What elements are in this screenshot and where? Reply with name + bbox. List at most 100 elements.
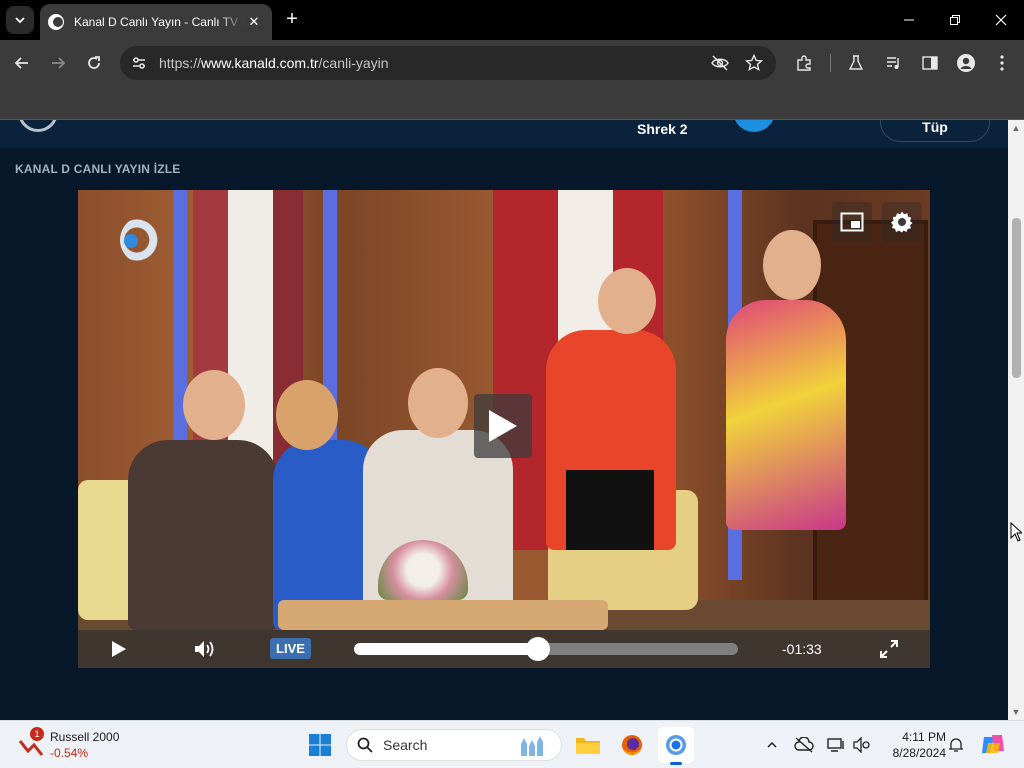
arrow-left-icon (14, 57, 28, 69)
live-globe-icon (733, 120, 775, 132)
bookmark-star-icon[interactable] (744, 53, 764, 73)
video-player[interactable]: LIVE -01:33 (78, 190, 930, 668)
volume-muted-icon[interactable] (852, 735, 872, 755)
actor-figure (726, 300, 846, 530)
browser-toolbar: https://www.kanald.com.tr/canli-yayin (0, 40, 1024, 86)
chevron-down-icon (15, 17, 25, 24)
schedule-pill-label: Tüp (922, 120, 948, 135)
search-highlight-icon (521, 736, 543, 756)
close-window-button[interactable] (978, 0, 1024, 40)
file-explorer-button[interactable] (570, 727, 606, 763)
start-button[interactable] (304, 729, 336, 761)
actor-head (183, 370, 245, 440)
page-scrollbar[interactable]: ▲ ▼ (1008, 120, 1024, 720)
scroll-down-arrow-icon[interactable]: ▼ (1008, 704, 1024, 720)
folder-icon (576, 738, 600, 754)
side-panel-icon[interactable] (920, 53, 940, 73)
browser-tab-strip: Kanal D Canlı Yayın - Canlı TV İzle ✕ + (0, 0, 1024, 40)
mouse-cursor-icon (1010, 522, 1022, 542)
tab-kanal-d[interactable]: Kanal D Canlı Yayın - Canlı TV İzle ✕ (40, 4, 272, 40)
notification-badge: 1 (30, 727, 44, 741)
schedule-strip: Shrek 2 Tüp (0, 120, 1008, 148)
search-label: Search (383, 737, 428, 753)
actor-head (276, 380, 338, 450)
forward-button[interactable] (44, 49, 72, 77)
windows-taskbar: 1 Russell 2000 -0.54% Search 4:11 PM 8/2… (0, 720, 1024, 768)
kanal-d-logo-fragment (18, 120, 58, 132)
url-text: https://www.kanald.com.tr/canli-yayin (159, 55, 389, 71)
logo-dot (124, 234, 138, 248)
minimize-button[interactable] (886, 0, 932, 40)
picture-in-picture-icon (840, 212, 864, 232)
live-badge[interactable]: LIVE (270, 638, 311, 659)
profile-avatar-icon[interactable] (956, 53, 976, 73)
tune-icon (133, 57, 145, 69)
tab-title: Kanal D Canlı Yayın - Canlı TV İzle (74, 15, 244, 29)
labs-flask-icon[interactable] (846, 53, 866, 73)
chrome-icon (666, 735, 686, 755)
fullscreen-icon (880, 640, 898, 658)
restore-icon (950, 15, 960, 25)
extensions-puzzle-icon[interactable] (794, 53, 814, 73)
taskbar-search-box[interactable]: Search (346, 729, 562, 761)
tab-search-button[interactable] (6, 6, 34, 34)
restore-button[interactable] (932, 0, 978, 40)
minimize-icon (904, 19, 914, 21)
notifications-bell-icon[interactable] (946, 735, 966, 755)
page-content: Shrek 2 Tüp KANAL D CANLI YAYIN İZLE LIV… (0, 120, 1008, 720)
taskbar-clock[interactable]: 4:11 PM 8/28/2024 (878, 729, 946, 761)
play-icon (112, 641, 126, 657)
big-play-button[interactable] (474, 394, 532, 458)
seek-bar-fill (354, 643, 539, 655)
chrome-button[interactable] (658, 727, 694, 765)
kanal-d-favicon-icon (48, 14, 64, 30)
cloud-offline-icon[interactable] (794, 735, 814, 755)
section-title: KANAL D CANLI YAYIN İZLE (15, 162, 181, 176)
firefox-icon (622, 735, 642, 755)
actor-skirt (566, 470, 654, 550)
browser-menu-icon[interactable] (992, 53, 1012, 73)
stock-change: -0.54% (50, 746, 89, 760)
actor-head (763, 230, 821, 300)
stock-widget[interactable]: 1 Russell 2000 -0.54% (18, 727, 138, 763)
windows-logo-icon (309, 734, 331, 756)
show-hidden-icons-chevron-up-icon[interactable] (762, 735, 782, 755)
reload-button[interactable] (80, 49, 108, 77)
search-icon (357, 737, 373, 753)
site-info-button[interactable] (122, 46, 156, 80)
actor-head (408, 368, 468, 438)
clock-time: 4:11 PM (902, 730, 946, 744)
stock-name: Russell 2000 (50, 730, 120, 744)
scrollbar-thumb[interactable] (1012, 218, 1021, 378)
reload-icon (88, 56, 100, 69)
picture-in-picture-button[interactable] (832, 202, 872, 242)
new-tab-button[interactable]: + (280, 8, 304, 32)
display-network-icon[interactable] (826, 735, 846, 755)
play-button[interactable] (104, 634, 134, 664)
bookmarks-bar (0, 86, 1024, 120)
actor-head (598, 268, 656, 334)
player-control-bar: LIVE -01:33 (78, 630, 930, 668)
volume-button[interactable] (190, 634, 220, 664)
firefox-button[interactable] (614, 727, 650, 763)
player-settings-button[interactable] (882, 202, 922, 242)
fullscreen-button[interactable] (874, 634, 904, 664)
media-controls-icon[interactable] (884, 53, 904, 73)
copilot-preview-icon[interactable] (980, 731, 1006, 757)
scroll-up-arrow-icon[interactable]: ▲ (1008, 120, 1024, 136)
close-icon (995, 14, 1007, 26)
back-button[interactable] (8, 49, 36, 77)
address-bar[interactable]: https://www.kanald.com.tr/canli-yayin (120, 46, 776, 80)
set-table (278, 600, 608, 630)
seek-bar-handle[interactable] (526, 637, 551, 661)
gear-icon (891, 211, 913, 233)
toolbar-divider (830, 54, 831, 72)
schedule-pill-button[interactable]: Tüp (880, 120, 990, 142)
seek-bar[interactable] (354, 637, 738, 661)
tracking-protection-eye-off-icon[interactable] (710, 53, 730, 73)
time-remaining: -01:33 (782, 641, 822, 657)
tab-close-icon[interactable]: ✕ (244, 14, 264, 30)
arrow-right-icon (52, 57, 66, 69)
actor-figure (128, 440, 278, 630)
program-name[interactable]: Shrek 2 (637, 121, 688, 137)
